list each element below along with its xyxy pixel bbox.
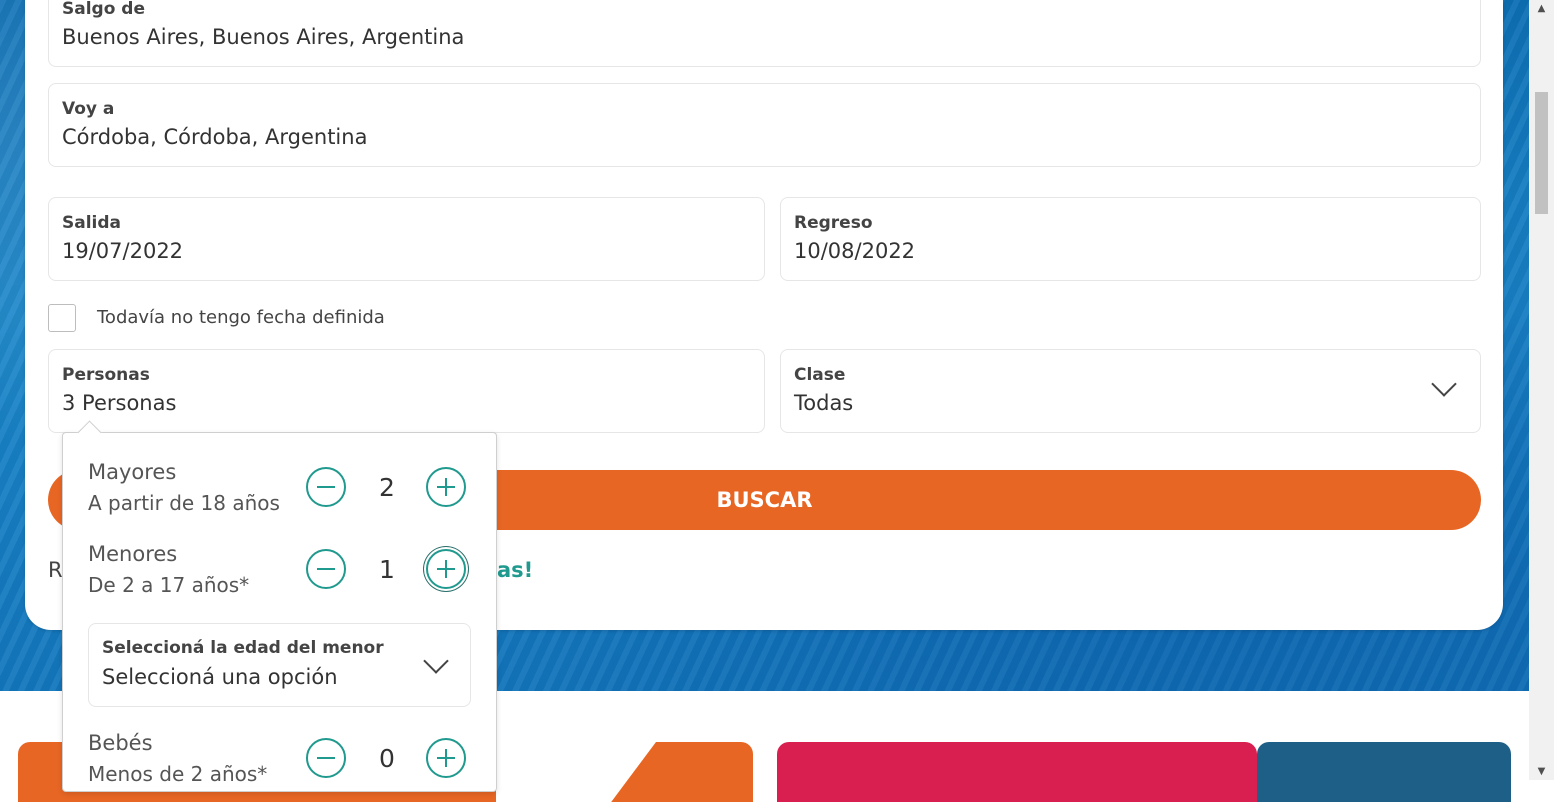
chevron-down-icon [423,648,449,674]
minors-subtitle: De 2 a 17 años* [88,573,250,597]
destination-label: Voy a [62,99,115,119]
minus-icon [317,486,335,488]
adults-title: Mayores [88,460,177,484]
class-value: Todas [794,391,854,415]
chevron-down-icon [1431,371,1457,397]
minor-age-value: Seleccioná una opción [102,665,338,689]
promo-card-red[interactable] [777,742,1257,802]
plus-icon [445,749,447,767]
promo-card-orange-shape [496,742,656,802]
departure-value: 19/07/2022 [62,239,184,263]
minor-age-select[interactable]: Seleccioná la edad del menor Seleccioná … [88,623,471,707]
return-date-field[interactable]: Regreso 10/08/2022 [780,197,1481,281]
minus-icon [317,568,335,570]
promo-link-suffix[interactable]: as! [497,558,533,582]
destination-value: Córdoba, Córdoba, Argentina [62,125,368,149]
minors-count: 1 [379,555,395,584]
origin-value: Buenos Aires, Buenos Aires, Argentina [62,25,465,49]
adults-increment-button[interactable] [426,467,466,507]
infants-increment-button[interactable] [426,738,466,778]
plus-icon [445,478,447,496]
passengers-popover: Mayores A partir de 18 años 2 Menores De… [62,420,497,792]
infants-decrement-button[interactable] [306,738,346,778]
persons-value: 3 Personas [62,391,177,415]
minus-icon [317,757,335,759]
class-label: Clase [794,365,846,385]
promo-text-prefix: R [48,558,63,582]
promo-card-blue[interactable] [1257,742,1511,802]
scroll-up-icon[interactable]: ▲ [1529,0,1554,17]
minors-decrement-button[interactable] [306,549,346,589]
return-value: 10/08/2022 [794,239,916,263]
destination-field[interactable]: Voy a Córdoba, Córdoba, Argentina [48,83,1481,167]
class-select[interactable]: Clase Todas [780,349,1481,433]
scrollbar-thumb[interactable] [1535,92,1548,214]
no-date-label: Todavía no tengo fecha definida [97,307,385,328]
page-scrollbar[interactable]: ▲ ▼ [1529,0,1554,780]
minors-increment-button[interactable] [426,549,466,589]
infants-title: Bebés [88,731,153,755]
infants-subtitle: Menos de 2 años* [88,762,268,786]
infants-count: 0 [379,744,395,773]
departure-label: Salida [62,213,122,233]
adults-decrement-button[interactable] [306,467,346,507]
scroll-down-icon[interactable]: ▼ [1529,763,1554,780]
return-label: Regreso [794,213,873,233]
plus-icon [445,560,447,578]
origin-field[interactable]: Salgo de Buenos Aires, Buenos Aires, Arg… [48,0,1481,67]
adults-subtitle: A partir de 18 años [88,491,280,515]
origin-label: Salgo de [62,0,146,19]
minors-title: Menores [88,542,178,566]
departure-date-field[interactable]: Salida 19/07/2022 [48,197,765,281]
no-date-checkbox[interactable] [48,304,76,332]
persons-label: Personas [62,365,150,385]
persons-field[interactable]: Personas 3 Personas [48,349,765,433]
minor-age-label: Seleccioná la edad del menor [102,638,384,658]
adults-count: 2 [379,473,395,502]
